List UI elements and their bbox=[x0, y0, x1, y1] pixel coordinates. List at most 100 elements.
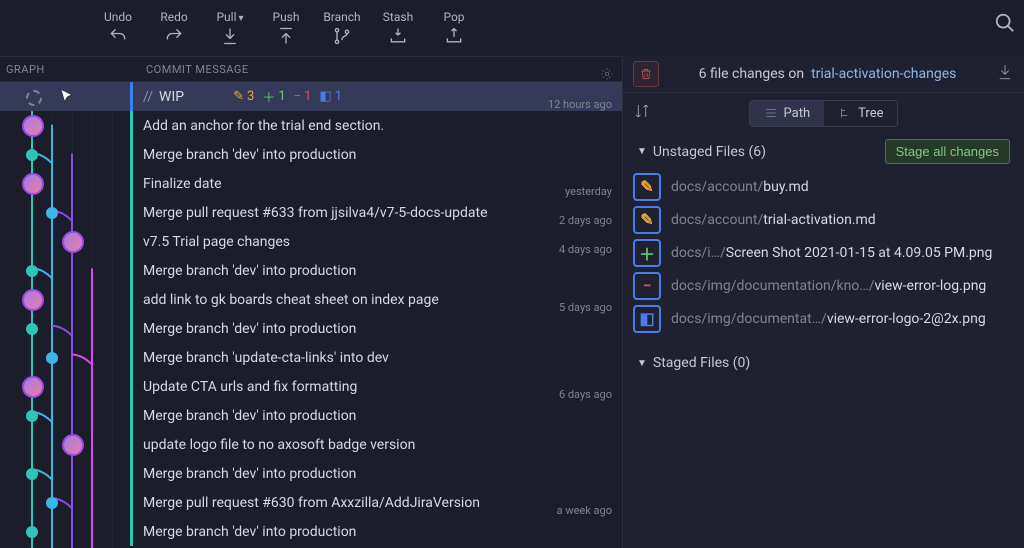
pull-button[interactable]: Pull▾ bbox=[202, 0, 258, 56]
sort-button[interactable] bbox=[633, 102, 651, 124]
commit-message: Merge branch 'dev' into production bbox=[143, 321, 356, 337]
commit-row[interactable]: Merge pull request #630 from Axxzilla/Ad… bbox=[0, 488, 622, 517]
pop-icon bbox=[444, 26, 464, 46]
branch-button[interactable]: Branch bbox=[314, 0, 370, 56]
stage-all-button[interactable]: Stage all changes bbox=[885, 139, 1010, 164]
wip-badge-ren: ◧1 bbox=[319, 89, 342, 104]
avatar bbox=[22, 289, 44, 311]
commit-time: 12 hours ago bbox=[540, 98, 612, 111]
list-icon bbox=[764, 106, 778, 120]
commit-message: Merge branch 'dev' into production bbox=[143, 524, 356, 540]
file-row[interactable]: ✎ docs/account/buy.md bbox=[633, 170, 1018, 203]
commit-message: v7.5 Trial page changes bbox=[143, 234, 290, 250]
commit-message: Merge branch 'dev' into production bbox=[143, 408, 356, 424]
commit-row[interactable]: v7.5 Trial page changes 4 days ago bbox=[0, 227, 622, 256]
commit-row[interactable]: Merge branch 'dev' into production bbox=[0, 314, 622, 343]
commit-panel: GRAPH COMMIT MESSAGE bbox=[0, 56, 623, 548]
avatar bbox=[22, 376, 44, 398]
pull-icon bbox=[220, 26, 240, 46]
commit-row[interactable]: //WIP✎3＋1−1◧112 hours ago bbox=[0, 82, 622, 111]
commit-message: Merge branch 'dev' into production bbox=[143, 147, 356, 163]
commit-message: Merge branch 'dev' into production bbox=[143, 466, 356, 482]
commit-row[interactable]: Update CTA urls and fix formatting 6 days… bbox=[0, 372, 622, 401]
trash-icon bbox=[639, 67, 653, 81]
search-icon bbox=[994, 12, 1016, 34]
file-row[interactable]: −docs/img/documentation/kno…/view-error-… bbox=[633, 269, 1018, 302]
file-status-mod-icon: ✎ bbox=[633, 173, 661, 201]
avatar bbox=[62, 434, 84, 456]
commit-message: Merge branch 'dev' into production bbox=[143, 263, 356, 279]
commit-row[interactable]: Merge branch 'dev' into production bbox=[0, 256, 622, 285]
commit-row[interactable]: Merge branch 'dev' into production bbox=[0, 401, 622, 430]
commit-row[interactable]: Merge branch 'dev' into production bbox=[0, 517, 622, 546]
file-row[interactable]: ✎docs/account/trial-activation.md bbox=[633, 203, 1018, 236]
file-path: docs/account/trial-activation.md bbox=[671, 212, 876, 228]
toolbar: Undo Redo Pull▾ Push Branch Stash Pop bbox=[0, 0, 1024, 56]
wip-badge-add: ＋1 bbox=[262, 87, 285, 106]
download-icon bbox=[996, 63, 1014, 81]
push-button[interactable]: Push bbox=[258, 0, 314, 56]
graph-header: GRAPH bbox=[0, 63, 136, 76]
unstaged-file-list: ✎ docs/account/buy.md ✎docs/account/trial-… bbox=[623, 170, 1024, 335]
download-button[interactable] bbox=[996, 63, 1014, 85]
file-row[interactable]: ＋docs/i…/Screen Shot 2021-01-15 at 4.09.… bbox=[633, 236, 1018, 269]
search-button[interactable] bbox=[994, 12, 1016, 38]
staged-file-list bbox=[623, 377, 1024, 548]
file-row[interactable]: ◧ docs/img/documentat…/view-error-logo-2@… bbox=[633, 302, 1018, 335]
commit-row[interactable]: Merge branch 'update-cta-links' into dev bbox=[0, 343, 622, 372]
discard-button[interactable] bbox=[633, 61, 659, 87]
changes-summary: 6 file changes on trial-activation-chang… bbox=[669, 66, 986, 82]
unstaged-header[interactable]: ▼ Unstaged Files (6) Stage all changes bbox=[623, 133, 1024, 170]
file-path: docs/img/documentat…/view-error-logo-2@2… bbox=[671, 311, 986, 327]
avatar bbox=[22, 173, 44, 195]
commit-message: add link to gk boards cheat sheet on ind… bbox=[143, 292, 439, 308]
push-icon bbox=[276, 26, 296, 46]
stash-icon bbox=[388, 26, 408, 46]
commit-time: 2 days ago bbox=[551, 214, 612, 227]
settings-button[interactable] bbox=[600, 67, 614, 84]
changes-panel: 6 file changes on trial-activation-chang… bbox=[623, 56, 1024, 548]
commit-message: Merge branch 'update-cta-links' into dev bbox=[143, 350, 389, 366]
commit-time: a week ago bbox=[549, 504, 612, 517]
commit-message: Add an anchor for the trial end section. bbox=[143, 118, 384, 134]
stash-button[interactable]: Stash bbox=[370, 0, 426, 56]
chevron-down-icon: ▼ bbox=[637, 146, 647, 157]
staged-header[interactable]: ▼ Staged Files (0) bbox=[623, 349, 1024, 377]
commit-row[interactable]: Add an anchor for the trial end section. bbox=[0, 111, 622, 140]
commit-time: 5 days ago bbox=[551, 301, 612, 314]
file-path: docs/i…/Screen Shot 2021-01-15 at 4.09.0… bbox=[671, 245, 992, 261]
commit-time: 4 days ago bbox=[551, 243, 612, 256]
commit-time: yesterday bbox=[557, 185, 612, 198]
commit-time: 6 days ago bbox=[551, 388, 612, 401]
branch-icon bbox=[332, 26, 352, 46]
undo-button[interactable]: Undo bbox=[90, 0, 146, 56]
commit-row[interactable]: Merge branch 'dev' into production bbox=[0, 459, 622, 488]
tree-tab[interactable]: Tree bbox=[824, 101, 897, 126]
gear-icon bbox=[600, 67, 614, 81]
avatar bbox=[22, 115, 44, 137]
commit-message: Finalize date bbox=[143, 176, 222, 192]
pop-button[interactable]: Pop bbox=[426, 0, 482, 56]
undo-icon bbox=[108, 26, 128, 46]
chevron-down-icon: ▼ bbox=[637, 358, 647, 369]
commit-row[interactable]: update logo file to no axosoft badge ver… bbox=[0, 430, 622, 459]
path-tab[interactable]: Path bbox=[750, 101, 825, 126]
file-status-ren-icon: ◧ bbox=[633, 305, 661, 333]
sort-icon bbox=[633, 102, 651, 120]
wip-badge-del: −1 bbox=[294, 89, 312, 104]
commit-row[interactable]: Merge pull request #633 from jjsilva4/v7… bbox=[0, 198, 622, 227]
commit-message: Update CTA urls and fix formatting bbox=[143, 379, 357, 395]
commit-message: update logo file to no axosoft badge ver… bbox=[143, 437, 415, 453]
commit-message: WIP bbox=[159, 89, 184, 105]
commit-message: Merge pull request #633 from jjsilva4/v7… bbox=[143, 205, 488, 221]
redo-button[interactable]: Redo bbox=[146, 0, 202, 56]
avatar bbox=[62, 231, 84, 253]
cursor-icon bbox=[58, 88, 76, 110]
file-path: docs/img/documentation/kno…/view-error-l… bbox=[671, 278, 986, 294]
redo-icon bbox=[164, 26, 184, 46]
commit-row[interactable]: add link to gk boards cheat sheet on ind… bbox=[0, 285, 622, 314]
commit-row[interactable]: Merge branch 'dev' into production bbox=[0, 140, 622, 169]
commit-row[interactable]: Finalize date yesterday bbox=[0, 169, 622, 198]
file-path: docs/account/buy.md bbox=[671, 179, 809, 195]
file-status-del-icon: − bbox=[633, 272, 661, 300]
